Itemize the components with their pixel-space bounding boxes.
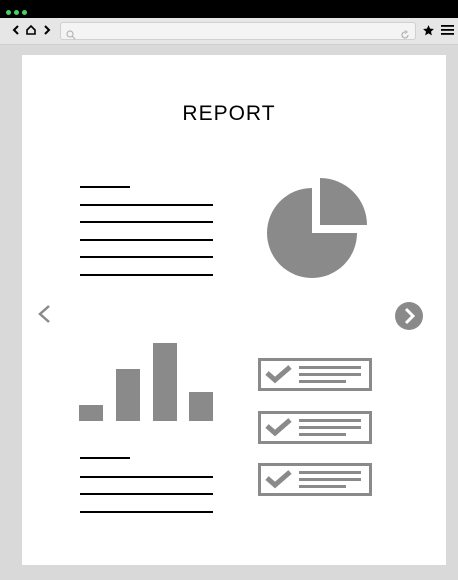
menu-icon[interactable]: [440, 21, 454, 39]
browser-toolbar: [0, 18, 458, 45]
text-line: [80, 476, 213, 478]
check-icon: [265, 470, 292, 489]
text-line: [80, 239, 213, 241]
bar: [116, 369, 140, 421]
star-icon[interactable]: [421, 21, 435, 39]
text-line: [80, 204, 213, 206]
checklist-item[interactable]: [258, 411, 372, 444]
window-dot-minimize[interactable]: [14, 10, 19, 15]
chevron-right-circle-icon[interactable]: [394, 301, 424, 335]
chevron-left-icon[interactable]: [10, 21, 22, 39]
text-line: [80, 221, 213, 223]
check-icon: [265, 365, 292, 384]
pie-slice-small: [320, 178, 367, 225]
bar: [189, 392, 213, 421]
window-dot-maximize[interactable]: [22, 10, 27, 15]
checklist-item[interactable]: [258, 463, 372, 496]
chevron-right-icon[interactable]: [41, 21, 53, 39]
reload-icon[interactable]: [400, 25, 410, 44]
text-line: [80, 493, 213, 495]
text-line: [80, 256, 213, 258]
window-titlebar: [0, 0, 458, 18]
text-line: [80, 511, 213, 513]
search-icon: [66, 25, 76, 44]
check-icon: [265, 418, 292, 437]
text-line: [80, 457, 130, 459]
text-line: [80, 186, 130, 188]
bar: [79, 405, 103, 421]
checklist-item[interactable]: [258, 358, 372, 391]
bar: [153, 343, 177, 421]
url-bar[interactable]: [60, 22, 416, 40]
window-dot-close[interactable]: [6, 10, 11, 15]
page-title: REPORT: [182, 102, 276, 125]
carousel-prev-button[interactable]: [36, 303, 52, 329]
report-page: [22, 55, 446, 565]
home-icon[interactable]: [25, 21, 37, 39]
pie-chart-icon: [267, 178, 367, 278]
text-line: [80, 274, 213, 276]
